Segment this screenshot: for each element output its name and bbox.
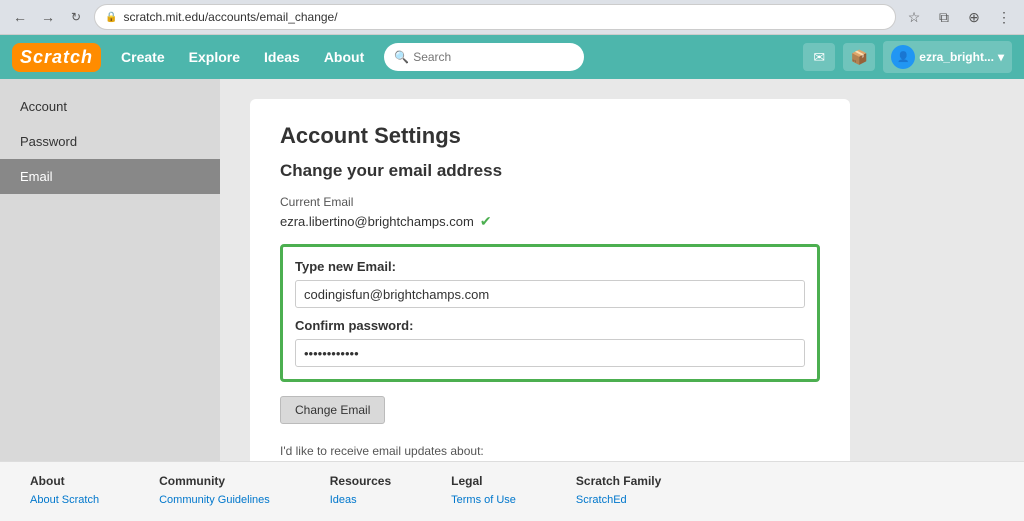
browser-toolbar: ← → ↻ 🔒 scratch.mit.edu/accounts/email_c… (0, 0, 1024, 34)
username: ezra_bright... (919, 50, 994, 64)
email-updates-label: I'd like to receive email updates about: (280, 444, 820, 458)
current-email-value: ezra.libertino@brightchamps.com (280, 214, 474, 229)
section-title: Change your email address (280, 161, 820, 181)
backpack-button[interactable]: 📦 (843, 43, 875, 71)
profile-icon[interactable]: ⊕ (962, 5, 986, 29)
url-text: scratch.mit.edu/accounts/email_change/ (123, 10, 337, 24)
nav-create[interactable]: Create (113, 45, 173, 69)
bookmark-icon[interactable]: ☆ (902, 5, 926, 29)
footer-about-title: About (30, 474, 99, 488)
nav-right: ✉ 📦 👤 ezra_bright... ▾ (803, 41, 1012, 73)
current-email-row: ezra.libertino@brightchamps.com ✔ (280, 213, 820, 230)
footer-community-guidelines[interactable]: Community Guidelines (159, 492, 270, 509)
user-menu[interactable]: 👤 ezra_bright... ▾ (883, 41, 1012, 73)
forward-button[interactable]: → (36, 5, 60, 29)
avatar: 👤 (891, 45, 915, 69)
messages-button[interactable]: ✉ (803, 43, 835, 71)
confirm-password-input[interactable] (295, 339, 805, 367)
new-email-input[interactable] (295, 280, 805, 308)
footer-terms-link[interactable]: Terms of Use (451, 492, 516, 509)
main-content: Account Settings Change your email addre… (220, 79, 1024, 461)
sidebar: Account Password Email (0, 79, 220, 461)
footer-col-resources: Resources Ideas (330, 474, 391, 509)
footer-col-scratch-family: Scratch Family ScratchEd (576, 474, 661, 509)
menu-icon[interactable]: ⋮ (992, 5, 1016, 29)
footer-legal-title: Legal (451, 474, 516, 488)
browser-actions: ☆ ⧉ ⊕ ⋮ (902, 5, 1016, 29)
extension-icon[interactable]: ⧉ (932, 5, 956, 29)
sidebar-item-password[interactable]: Password (0, 124, 220, 159)
footer: About About Scratch Community Community … (0, 461, 1024, 521)
scratch-logo[interactable]: Scratch (12, 43, 101, 72)
footer-resources-title: Resources (330, 474, 391, 488)
search-bar[interactable]: 🔍 (384, 43, 584, 71)
nav-about[interactable]: About (316, 45, 372, 69)
nav-buttons: ← → ↻ (8, 5, 88, 29)
search-icon: 🔍 (394, 50, 409, 64)
chevron-down-icon: ▾ (998, 50, 1004, 64)
footer-community-title: Community (159, 474, 270, 488)
email-form-highlight: Type new Email: Confirm password: (280, 244, 820, 382)
footer-col-legal: Legal Terms of Use (451, 474, 516, 509)
new-email-group: Type new Email: (295, 259, 805, 308)
verified-icon: ✔ (480, 213, 492, 230)
footer-ideas-link[interactable]: Ideas (330, 492, 391, 509)
nav-explore[interactable]: Explore (181, 45, 248, 69)
footer-scratched-link[interactable]: ScratchEd (576, 492, 661, 509)
new-email-label: Type new Email: (295, 259, 805, 274)
page-body: Account Password Email Account Settings … (0, 79, 1024, 461)
sidebar-item-account[interactable]: Account (0, 89, 220, 124)
refresh-button[interactable]: ↻ (64, 5, 88, 29)
footer-scratch-family-title: Scratch Family (576, 474, 661, 488)
footer-about-scratch[interactable]: About Scratch (30, 492, 99, 509)
page-title: Account Settings (280, 123, 820, 149)
footer-col-about: About About Scratch (30, 474, 99, 509)
lock-icon: 🔒 (105, 12, 117, 23)
address-bar[interactable]: 🔒 scratch.mit.edu/accounts/email_change/ (94, 4, 896, 30)
content-card: Account Settings Change your email addre… (250, 99, 850, 461)
current-email-label: Current Email (280, 195, 820, 209)
confirm-password-group: Confirm password: (295, 318, 805, 367)
change-email-button[interactable]: Change Email (280, 396, 385, 424)
confirm-password-label: Confirm password: (295, 318, 805, 333)
search-input[interactable] (413, 50, 573, 64)
sidebar-item-email[interactable]: Email (0, 159, 220, 194)
scratch-navbar: Scratch Create Explore Ideas About 🔍 ✉ 📦… (0, 35, 1024, 79)
browser-chrome: ← → ↻ 🔒 scratch.mit.edu/accounts/email_c… (0, 0, 1024, 35)
nav-ideas[interactable]: Ideas (256, 45, 308, 69)
back-button[interactable]: ← (8, 5, 32, 29)
footer-col-community: Community Community Guidelines (159, 474, 270, 509)
